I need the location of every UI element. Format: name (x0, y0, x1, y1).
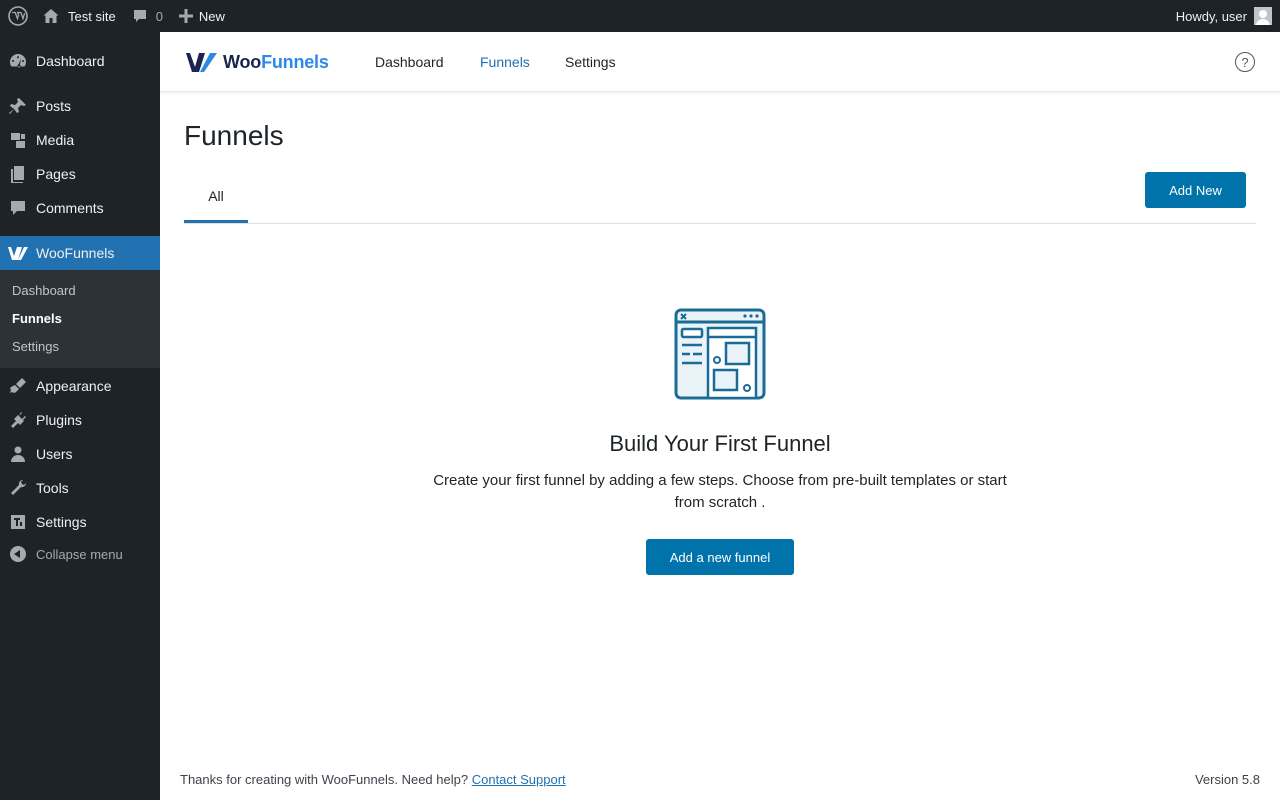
sidebar-label: Settings (36, 514, 87, 530)
submenu-item-funnels[interactable]: Funnels (12, 311, 62, 326)
sidebar-label: Appearance (36, 378, 112, 394)
header-nav-funnels[interactable]: Funnels (480, 54, 530, 70)
footer-version: Version 5.8 (1194, 772, 1260, 787)
header-nav-dashboard[interactable]: Dashboard (375, 54, 444, 70)
woofunnels-logo-icon (186, 53, 217, 72)
dashboard-icon (0, 51, 36, 71)
pushpin-icon (0, 96, 36, 116)
empty-state-title: Build Your First Funnel (609, 431, 831, 456)
sidebar-label: Users (36, 446, 73, 462)
avatar (1254, 7, 1272, 25)
sidebar-item-pages[interactable]: Pages (0, 157, 160, 191)
add-new-button[interactable]: Add New (1145, 172, 1246, 208)
footer-credits: Thanks for creating with WooFunnels. Nee… (180, 772, 566, 787)
comment-icon (0, 198, 36, 218)
sidebar-label: Plugins (36, 412, 82, 428)
comments-count: 0 (155, 8, 163, 24)
woofunnels-icon (0, 245, 36, 261)
site-name: Test site (68, 8, 116, 24)
tabs-divider (184, 223, 1256, 224)
collapse-menu-button[interactable]: Collapse menu (0, 537, 160, 571)
user-icon (0, 444, 36, 464)
sidebar-label: WooFunnels (36, 245, 115, 261)
submenu-item-dashboard[interactable]: Dashboard (12, 283, 76, 298)
add-new-funnel-button[interactable]: Add a new funnel (646, 539, 794, 575)
collapse-arrow-icon (10, 546, 26, 562)
footer-text: Thanks for creating with WooFunnels. Nee… (180, 772, 469, 787)
my-account[interactable]: Howdy, user (1176, 0, 1272, 32)
settings-icon (0, 512, 36, 532)
tab-all[interactable]: All (184, 172, 248, 223)
comments-link[interactable]: 0 (124, 0, 171, 32)
logo-text-woo: Woo (223, 51, 262, 72)
greeting-text: Howdy, user (1175, 8, 1247, 24)
woofunnels-logo[interactable]: Woo Funnels (185, 51, 329, 73)
sidebar-item-comments[interactable]: Comments (0, 191, 160, 225)
contact-support-link[interactable]: Contact Support (472, 772, 566, 787)
site-link[interactable]: Test site (36, 0, 124, 32)
brush-icon (0, 376, 36, 396)
new-content-link[interactable]: New (171, 0, 233, 32)
comment-icon (133, 10, 146, 22)
collapse-label: Collapse menu (36, 546, 123, 562)
page-title: Funnels (184, 120, 284, 151)
plugin-header: Woo Funnels Dashboard Funnels Settings ? (160, 32, 1280, 92)
media-icon (0, 130, 36, 150)
admin-sidebar: Dashboard Posts Media Pages Comments Woo… (0, 32, 160, 800)
pages-icon (0, 164, 36, 184)
plugin-icon (0, 410, 36, 430)
sidebar-label: Posts (36, 98, 72, 114)
plus-icon (178, 9, 193, 23)
wordpress-logo-icon[interactable] (0, 0, 36, 32)
admin-bar: Test site 0 New Howdy, user (0, 0, 1280, 32)
sidebar-item-woofunnels[interactable]: WooFunnels (0, 236, 160, 270)
funnel-template-icon (674, 308, 766, 400)
sidebar-item-plugins[interactable]: Plugins (0, 403, 160, 437)
sidebar-label: Dashboard (36, 53, 105, 69)
sidebar-item-dashboard[interactable]: Dashboard (0, 44, 160, 78)
empty-state-description: Create your first funnel by adding a few… (433, 472, 1007, 511)
logo-text-funnels: Funnels (261, 51, 329, 72)
sidebar-item-tools[interactable]: Tools (0, 471, 160, 505)
sidebar-item-users[interactable]: Users (0, 437, 160, 471)
sidebar-label: Media (36, 132, 75, 148)
header-nav-settings[interactable]: Settings (565, 54, 616, 70)
sidebar-item-settings[interactable]: Settings (0, 505, 160, 539)
home-icon (43, 9, 59, 23)
help-icon[interactable]: ? (1235, 52, 1255, 72)
sidebar-label: Comments (36, 200, 104, 216)
sidebar-item-posts[interactable]: Posts (0, 89, 160, 123)
sidebar-label: Pages (36, 166, 76, 182)
submenu-item-settings[interactable]: Settings (12, 339, 59, 354)
new-label: New (198, 8, 225, 24)
wrench-icon (0, 478, 36, 498)
sidebar-item-media[interactable]: Media (0, 123, 160, 157)
woofunnels-submenu: Dashboard Funnels Settings (0, 270, 160, 368)
sidebar-label: Tools (36, 480, 69, 496)
sidebar-item-appearance[interactable]: Appearance (0, 369, 160, 403)
